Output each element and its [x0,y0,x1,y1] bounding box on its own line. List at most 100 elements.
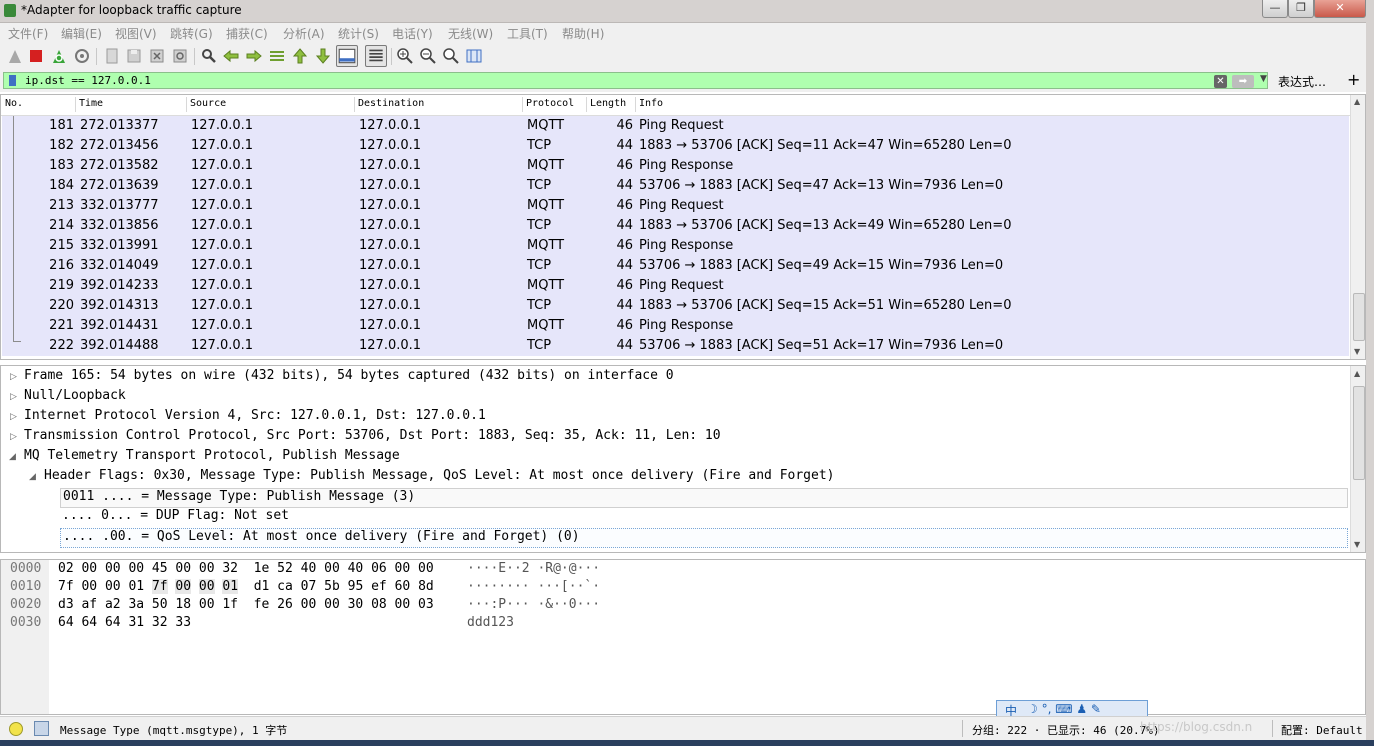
detail-tree-item[interactable]: .... .00. = QoS Level: At most once deli… [60,528,1348,548]
maximize-button[interactable]: ❐ [1288,0,1314,18]
find-packet-icon[interactable] [200,47,218,65]
minimize-button[interactable]: — [1262,0,1288,18]
close-file-icon[interactable] [148,47,166,65]
scroll-down-icon[interactable]: ▼ [1354,540,1360,549]
menu-wireless[interactable]: 无线(W) [448,25,493,42]
detail-tree-item[interactable]: Transmission Control Protocol, Src Port:… [24,428,721,448]
detail-tree-item[interactable]: Header Flags: 0x30, Message Type: Publis… [44,468,835,488]
expand-arrow-icon[interactable]: ▷ [10,432,17,442]
hex-byte[interactable]: 7f [58,579,74,594]
menu-statistics[interactable]: 统计(S) [338,25,379,42]
column-divider[interactable] [186,97,187,112]
byte-hex-row[interactable]: d3 af a2 3a 50 18 00 1f fe 26 00 00 30 0… [58,597,434,612]
packet-row[interactable]: 183 272.013582 127.0.0.1 127.0.0.1 MQTT 46 Pin… [2,156,1349,176]
hex-group[interactable]: d1 ca 07 5b 95 ef 60 8d [254,579,434,594]
detail-tree-item[interactable]: MQ Telemetry Transport Protocol, Publish… [24,448,400,468]
hex-byte[interactable]: 00 [81,579,97,594]
hex-group[interactable]: d3 af a2 3a 50 18 00 1f [58,597,238,612]
filter-text[interactable]: ip.dst == 127.0.0.1 [25,74,151,87]
status-divider[interactable] [1272,720,1273,737]
go-to-packet-icon[interactable] [268,47,286,65]
status-divider[interactable] [962,720,963,737]
add-filter-button[interactable]: + [1347,70,1360,89]
go-back-icon[interactable] [222,47,240,65]
close-button[interactable]: ✕ [1314,0,1366,18]
byte-ascii-row[interactable]: ···:P··· ·&··0··· [467,597,600,612]
scroll-up-icon[interactable]: ▲ [1354,97,1360,106]
column-header-time[interactable]: Time [79,98,103,109]
filter-history-dropdown-icon[interactable]: ▼ [1260,74,1267,84]
autoscroll-icon[interactable] [336,45,358,67]
packet-row[interactable]: 216 332.014049 127.0.0.1 127.0.0.1 TCP 44 5370… [2,256,1349,276]
normal-size-icon[interactable] [442,47,460,65]
byte-hex-row[interactable]: 64 64 64 31 32 33 [58,615,207,630]
expand-arrow-icon[interactable]: ▷ [10,412,17,422]
packet-row[interactable]: 213 332.013777 127.0.0.1 127.0.0.1 MQTT 46 Pin… [2,196,1349,216]
packet-row[interactable]: 220 392.014313 127.0.0.1 127.0.0.1 TCP 44 1883… [2,296,1349,316]
shark-fin-start-icon[interactable] [6,47,24,65]
column-header-destination[interactable]: Destination [358,98,424,109]
clear-filter-icon[interactable]: ✕ [1214,75,1227,88]
scroll-up-icon[interactable]: ▲ [1354,369,1360,378]
column-divider[interactable] [354,97,355,112]
menu-go[interactable]: 跳转(G) [170,25,213,42]
scroll-down-icon[interactable]: ▼ [1354,347,1360,356]
column-divider[interactable] [635,97,636,112]
hex-byte[interactable]: 7f [151,579,168,594]
byte-hex-row[interactable]: 7f 00 00 01 7f 00 00 01 d1 ca 07 5b 95 e… [58,579,434,594]
reload-file-icon[interactable] [171,47,189,65]
zoom-out-icon[interactable] [419,47,437,65]
menu-telephony[interactable]: 电话(Y) [392,25,433,42]
hex-group[interactable]: 64 64 64 31 32 33 [58,615,191,630]
detail-tree-item[interactable]: 0011 .... = Message Type: Publish Messag… [60,488,1348,508]
packet-row[interactable]: 219 392.014233 127.0.0.1 127.0.0.1 MQTT 46 Pin… [2,276,1349,296]
hex-group[interactable]: fe 26 00 00 30 08 00 03 [254,597,434,612]
packet-row[interactable]: 215 332.013991 127.0.0.1 127.0.0.1 MQTT 46 Pin… [2,236,1349,256]
menu-help[interactable]: 帮助(H) [562,25,604,42]
byte-ascii-row[interactable]: ····E··2 ·R@·@··· [467,561,600,576]
hex-byte[interactable]: 00 [105,579,121,594]
hex-byte[interactable]: 01 [222,579,239,594]
menu-view[interactable]: 视图(V) [115,25,157,42]
column-header-source[interactable]: Source [190,98,226,109]
hex-group[interactable]: 7f 00 00 01 7f 00 00 01 [58,579,239,594]
expand-arrow-icon[interactable]: ▷ [10,392,17,402]
menu-capture[interactable]: 捕获(C) [226,25,268,42]
colorize-icon[interactable] [365,45,387,67]
status-profile[interactable]: 配置: Default [1281,722,1363,738]
bookmark-icon[interactable] [9,75,16,86]
packet-row[interactable]: 221 392.014431 127.0.0.1 127.0.0.1 MQTT 46 Pin… [2,316,1349,336]
restart-capture-icon[interactable] [50,47,68,65]
packet-row[interactable]: 182 272.013456 127.0.0.1 127.0.0.1 TCP 44 1883… [2,136,1349,156]
detail-tree-item[interactable]: .... 0... = DUP Flag: Not set [62,508,289,528]
packet-row[interactable]: 214 332.013856 127.0.0.1 127.0.0.1 TCP 44 1883… [2,216,1349,236]
last-packet-icon[interactable] [314,47,332,65]
resize-columns-icon[interactable] [465,47,483,65]
detail-tree-item[interactable]: Internet Protocol Version 4, Src: 127.0.… [24,408,486,428]
collapse-arrow-icon[interactable]: ◢ [29,472,36,482]
detail-tree-item[interactable]: Null/Loopback [24,388,126,408]
hex-group[interactable]: 1e 52 40 00 40 06 00 00 [254,561,434,576]
menu-tools[interactable]: 工具(T) [507,25,548,42]
packet-row[interactable]: 222 392.014488 127.0.0.1 127.0.0.1 TCP 44 5370… [2,336,1349,356]
save-file-icon[interactable] [125,47,143,65]
menu-edit[interactable]: 编辑(E) [61,25,102,42]
hex-byte[interactable]: 00 [198,579,215,594]
details-scrollbar[interactable]: ▲ ▼ [1350,366,1365,552]
column-divider[interactable] [586,97,587,112]
hex-byte[interactable]: 01 [128,579,144,594]
menu-analyze[interactable]: 分析(A) [283,25,325,42]
hex-group[interactable]: 02 00 00 00 45 00 00 32 [58,561,238,576]
byte-ascii-row[interactable]: ········ ···[··`· [467,579,600,594]
expand-arrow-icon[interactable]: ▷ [10,372,17,382]
column-divider[interactable] [75,97,76,112]
ime-tools-icons[interactable]: ☽ °, ⌨ ♟ ✎ [1027,702,1101,716]
capture-options-icon[interactable] [73,47,91,65]
byte-hex-row[interactable]: 02 00 00 00 45 00 00 32 1e 52 40 00 40 0… [58,561,434,576]
column-header-length[interactable]: Length [590,98,626,109]
stop-capture-icon[interactable] [27,47,45,65]
column-header-info[interactable]: Info [639,98,663,109]
detail-tree-item[interactable]: Frame 165: 54 bytes on wire (432 bits), … [24,368,674,388]
expert-info-icon[interactable] [9,722,23,736]
first-packet-icon[interactable] [291,47,309,65]
